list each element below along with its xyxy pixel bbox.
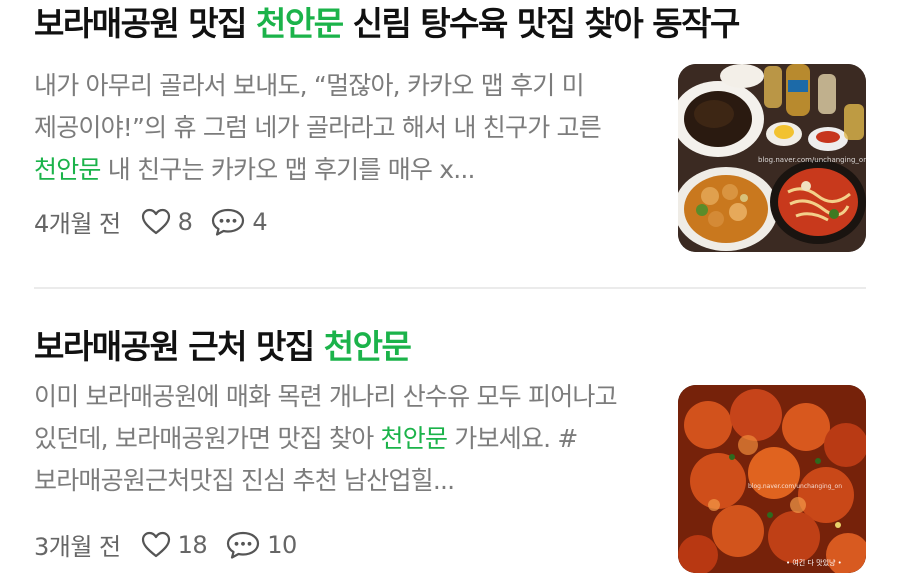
post-excerpt[interactable]: 내가 아무리 골라서 보내도, “멀잖아, 카카오 맵 후기 미 제공이야!”의…	[34, 65, 630, 191]
thumbnail-caption: • 여긴 다 맛있냥 •	[786, 558, 842, 567]
post-title[interactable]: 보라매공원 맛집 천안문 신림 탕수육 맛집 찾아 동작구	[34, 1, 741, 47]
post-thumbnail[interactable]: blog.naver.com/unchanging_on	[678, 64, 866, 252]
comment-count: 4	[252, 207, 268, 236]
excerpt-text: 내 친구는 카카오 맵 후기를 매우 x...	[100, 155, 476, 184]
title-text: 신림 탕수육 맛집 찾아 동작구	[342, 4, 741, 43]
post-meta: 4개월 전 8 4	[34, 204, 268, 239]
heart-outline-icon[interactable]	[141, 531, 171, 559]
title-text: 보라매공원 맛집	[34, 4, 256, 43]
thumbnail-watermark: blog.naver.com/unchanging_on	[748, 483, 842, 490]
comment-count: 10	[267, 530, 297, 559]
thumbnail-watermark: blog.naver.com/unchanging_on	[758, 156, 866, 164]
heart-outline-icon[interactable]	[141, 208, 171, 236]
speech-bubble-icon[interactable]	[210, 207, 246, 237]
excerpt-highlight: 천안문	[380, 424, 448, 453]
post-time: 3개월 전	[34, 533, 121, 561]
title-highlight: 천안문	[323, 327, 412, 366]
post-title[interactable]: 보라매공원 근처 맛집 천안문	[34, 324, 412, 370]
post-meta: 3개월 전 18 10	[34, 527, 297, 562]
post-excerpt[interactable]: 이미 보라매공원에 매화 목련 개나리 산수유 모두 피어나고 있던데, 보라매…	[34, 376, 630, 502]
excerpt-highlight: 천안문	[34, 155, 101, 184]
like-count: 18	[177, 530, 208, 559]
like-count: 8	[177, 207, 193, 236]
post-time: 4개월 전	[34, 210, 121, 238]
speech-bubble-icon[interactable]	[225, 530, 261, 560]
title-text: 보라매공원 근처 맛집	[34, 327, 324, 366]
post-thumbnail[interactable]: blog.naver.com/unchanging_on • 여긴 다 맛있냥 …	[678, 385, 866, 573]
search-result-item[interactable]: 보라매공원 맛집 천안문 신림 탕수육 맛집 찾아 동작구 내가 아무리 골라서…	[0, 0, 900, 288]
title-highlight: 천안문	[256, 4, 344, 43]
excerpt-text: 내가 아무리 골라서 보내도, “멀잖아, 카카오 맵 후기 미 제공이야!”의…	[34, 71, 602, 142]
search-result-item[interactable]: 보라매공원 근처 맛집 천안문 이미 보라매공원에 매화 목련 개나리 산수유 …	[0, 288, 900, 573]
